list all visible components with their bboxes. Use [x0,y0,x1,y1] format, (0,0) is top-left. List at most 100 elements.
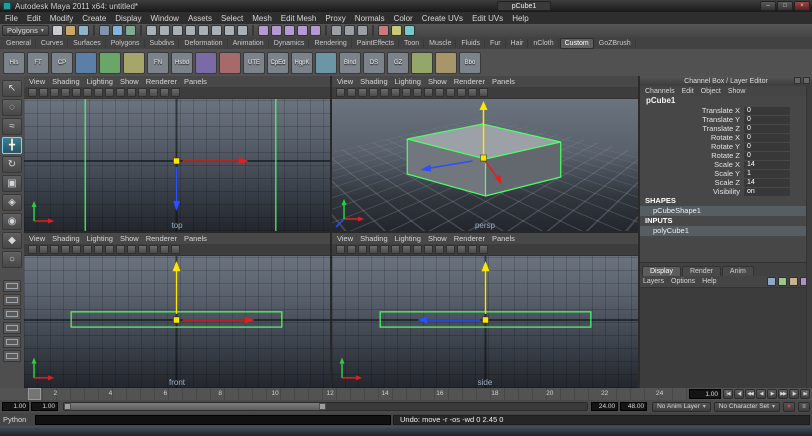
lock-camera-icon[interactable] [347,88,356,97]
gate-mask-icon[interactable] [138,88,147,97]
film-gate-icon[interactable] [116,245,125,254]
menu-item[interactable]: Proxy [325,14,345,23]
layer-editor-tab[interactable]: Render [681,266,721,276]
menu-item[interactable]: Color [394,14,413,23]
select-hierarchy-icon[interactable] [98,25,110,36]
shelf-tab[interactable]: Subdivs [146,38,180,48]
menu-item[interactable]: Normals [355,14,385,23]
shape-node-row[interactable]: pCubeShape1 [640,206,812,216]
shelf-tab[interactable]: Muscle [425,38,457,48]
bookmark-icon[interactable] [61,88,70,97]
snap-grid-icon[interactable] [257,25,269,36]
select-camera-icon[interactable] [336,88,345,97]
menu-item[interactable]: Display [115,14,141,23]
save-scene-icon[interactable] [77,25,89,36]
range-slider-handle-bar[interactable] [64,403,326,410]
bookmark-icon[interactable] [369,245,378,254]
channel-attribute-value[interactable]: 0 [744,151,790,160]
go-to-end-button[interactable]: ▶| [800,389,810,399]
mask-handles-icon[interactable] [158,25,170,36]
shelf-item[interactable] [219,51,241,74]
output-connections-icon[interactable] [343,25,355,36]
shelf-tab[interactable]: nCloth [529,38,559,48]
lock-camera-icon[interactable] [347,245,356,254]
channel-attribute-value[interactable]: 14 [744,160,790,169]
menu-item[interactable]: Mesh [252,14,272,23]
last-tool[interactable]: ○ [2,251,22,268]
separator[interactable] [92,25,95,36]
go-to-start-button[interactable]: |◀ [723,389,733,399]
layer-editor-tab[interactable]: Anim [721,266,754,276]
menu-item[interactable]: Select [221,14,243,23]
field-chart-icon[interactable] [149,245,158,254]
hypershade-persp-layout-button[interactable] [3,336,21,348]
layer-editor-menu[interactable]: Layers [643,278,664,285]
camera-attributes-icon[interactable] [50,245,59,254]
shelf-his-button[interactable]: His [3,51,25,74]
channel-attribute-value[interactable]: 0 [744,124,790,133]
animation-end-field[interactable] [620,402,648,411]
channel-attribute-value[interactable]: on [744,187,790,196]
viewport-menu-item[interactable]: Shading [52,77,80,86]
image-plane-icon[interactable] [72,245,81,254]
grease-pencil-icon[interactable] [402,245,411,254]
field-chart-icon[interactable] [149,88,158,97]
shelf-gz-button[interactable]: GZ [387,51,409,74]
channel-box-menu[interactable]: Channels [645,88,675,95]
command-line-result[interactable]: Undo: move -r -os -wd 0 2.45 0 [393,414,810,425]
shelf-tab[interactable]: Hair [507,38,529,48]
move-layer-up-icon[interactable] [789,277,798,286]
viewport-menu-item[interactable]: Lighting [395,234,421,243]
shelf-item[interactable] [99,51,121,74]
scale-tool[interactable]: ▣ [2,175,22,192]
selection-name-field[interactable]: pCube1 [497,1,551,11]
channel-attribute-label[interactable]: Translate X [640,106,744,115]
viewport-menu-item[interactable]: Show [428,77,447,86]
image-plane-icon[interactable] [380,88,389,97]
command-line-language-toggle[interactable]: Python [3,415,35,424]
channel-attribute-label[interactable]: Translate Z [640,124,744,133]
camera-attributes-icon[interactable] [358,88,367,97]
channel-attribute-value[interactable]: 14 [744,178,790,187]
menu-item[interactable]: Edit Mesh [281,14,317,23]
shelf-cp-button[interactable]: CP [51,51,73,74]
shelf-tab[interactable]: Curves [37,38,69,48]
channel-box-object-name[interactable]: pCube1 [640,96,812,106]
play-backwards-button[interactable]: ◀ [756,389,766,399]
auto-keyframe-button[interactable]: ● [783,401,795,412]
viewport-menu-item[interactable]: Show [120,234,139,243]
step-back-frame-button[interactable]: ◀| [734,389,744,399]
film-gate-icon[interactable] [424,88,433,97]
select-tool[interactable]: ↖ [2,80,22,97]
menu-item[interactable]: Window [151,14,179,23]
select-camera-icon[interactable] [336,245,345,254]
construction-history-icon[interactable] [356,25,368,36]
step-forward-frame-button[interactable]: |▶ [789,389,799,399]
safe-title-icon[interactable] [171,245,180,254]
separator[interactable] [139,25,142,36]
shelf-fn-button[interactable]: FN [147,51,169,74]
menu-set-dropdown[interactable]: Polygons ▾ [2,25,49,36]
shelf-item[interactable] [195,51,217,74]
make-live-icon[interactable] [309,25,321,36]
mask-misc-icon[interactable] [236,25,248,36]
viewport-menu-item[interactable]: Panels [184,234,207,243]
channel-attribute-value[interactable]: 0 [744,115,790,124]
range-slider-track[interactable] [63,402,589,411]
shelf-tab[interactable]: Deformation [180,38,228,48]
step-forward-key-button[interactable]: ▶▶ [778,389,788,399]
grid-icon[interactable] [413,245,422,254]
grease-pencil-icon[interactable] [94,88,103,97]
resolution-gate-icon[interactable] [435,88,444,97]
viewport-menu-item[interactable]: Show [120,77,139,86]
layer-editor-menu[interactable]: Help [702,278,716,285]
shelf-bbo-button[interactable]: Bbo [459,51,481,74]
safe-title-icon[interactable] [171,88,180,97]
gate-mask-icon[interactable] [446,88,455,97]
select-object-icon[interactable] [111,25,123,36]
grease-pencil-icon[interactable] [402,88,411,97]
shelf-tab[interactable]: Dynamics [270,38,310,48]
viewport-menu-item[interactable]: Renderer [146,77,177,86]
shelf-item[interactable] [315,51,337,74]
persp-uv-layout-button[interactable] [3,350,21,362]
